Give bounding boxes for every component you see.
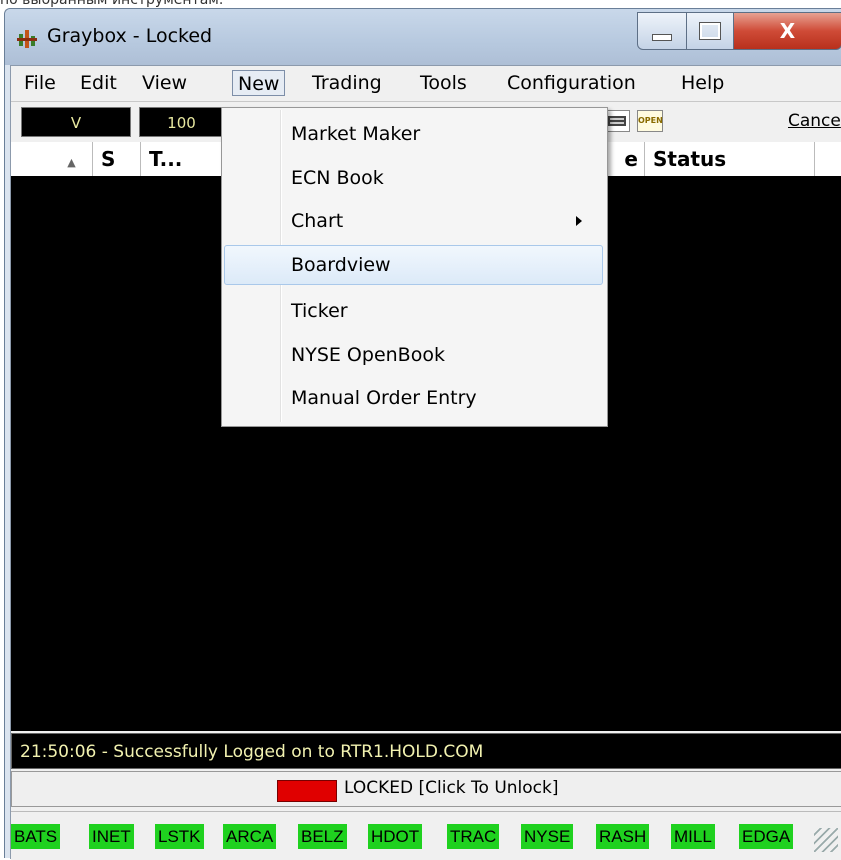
exchange-status-bar: BATS INET LSTK ARCA BELZ HDOT TRAC NYSE … (11, 811, 841, 860)
menu-configuration[interactable]: Configuration (502, 70, 641, 96)
lock-status-indicator (277, 780, 337, 802)
menu-file[interactable]: File (19, 70, 61, 96)
title-bar[interactable]: Graybox - Locked X (5, 9, 841, 65)
menu-bar: File Edit View New Trading Tools Configu… (11, 66, 841, 100)
menu-item-chart[interactable]: Chart (224, 201, 603, 241)
exchange-badge-bats[interactable]: BATS (11, 824, 61, 849)
exchange-badge-inet[interactable]: INET (89, 824, 134, 849)
maximize-icon (699, 22, 721, 40)
maximize-button[interactable] (686, 12, 734, 50)
menu-new[interactable]: New (232, 70, 286, 96)
menu-view[interactable]: View (137, 70, 192, 96)
window-title: Graybox - Locked (47, 25, 213, 47)
menu-item-chart-label: Chart (291, 210, 344, 232)
menu-tools[interactable]: Tools (415, 70, 472, 96)
log-message: 21:50:06 - Successfully Logged on to RTR… (11, 733, 841, 769)
exchange-badge-rash[interactable]: RASH (596, 824, 650, 849)
submenu-arrow-icon (576, 216, 582, 226)
exchange-badge-belz[interactable]: BELZ (298, 824, 347, 849)
menu-item-manual-order-entry[interactable]: Manual Order Entry (224, 378, 603, 418)
exchange-badge-edga[interactable]: EDGA (739, 824, 794, 849)
lock-label: LOCKED [Click To Unlock] (344, 778, 559, 798)
graybox-app-icon (17, 30, 37, 48)
close-icon: X (779, 19, 796, 43)
menu-item-ticker[interactable]: Ticker (224, 291, 603, 331)
menu-help[interactable]: Help (676, 70, 729, 96)
exchange-badge-nyse[interactable]: NYSE (521, 824, 574, 849)
exchange-badge-mill[interactable]: MILL (671, 824, 715, 849)
close-button[interactable]: X (733, 12, 841, 50)
menu-edit[interactable]: Edit (75, 70, 122, 96)
menu-item-market-maker[interactable]: Market Maker (224, 114, 603, 154)
exchange-badge-hdot[interactable]: HDOT (368, 824, 423, 849)
column-header-status[interactable]: Status (645, 142, 815, 176)
menu-item-nyse-openbook[interactable]: NYSE OpenBook (224, 335, 603, 375)
quantity-field[interactable]: 100 (139, 107, 224, 137)
sort-ascending-icon[interactable]: ▲ (11, 142, 93, 176)
cancel-button[interactable]: Cance (788, 111, 841, 131)
new-menu-dropdown: Market Maker ECN Book Chart Boardview Ti… (221, 107, 608, 427)
menu-trading[interactable]: Trading (307, 70, 387, 96)
resize-grip-icon[interactable] (814, 828, 838, 852)
menu-item-boardview[interactable]: Boardview (224, 245, 603, 285)
exchange-badge-arca[interactable]: ARCA (223, 824, 277, 849)
open-icon[interactable]: OPEN (637, 110, 663, 132)
exchange-badge-trac[interactable]: TRAC (447, 824, 500, 849)
exchange-badge-lstk[interactable]: LSTK (155, 824, 204, 849)
stray-caption-text: по выбранным инструментам. (0, 0, 224, 8)
menu-item-ecn-book[interactable]: ECN Book (224, 158, 603, 198)
minimize-icon (652, 33, 672, 41)
symbol-field[interactable]: V (21, 107, 131, 137)
column-header-t[interactable]: T... (141, 142, 225, 176)
unlock-button[interactable]: LOCKED [Click To Unlock] (11, 771, 841, 807)
minimize-button[interactable] (637, 12, 687, 50)
column-header-s[interactable]: S (93, 142, 141, 176)
